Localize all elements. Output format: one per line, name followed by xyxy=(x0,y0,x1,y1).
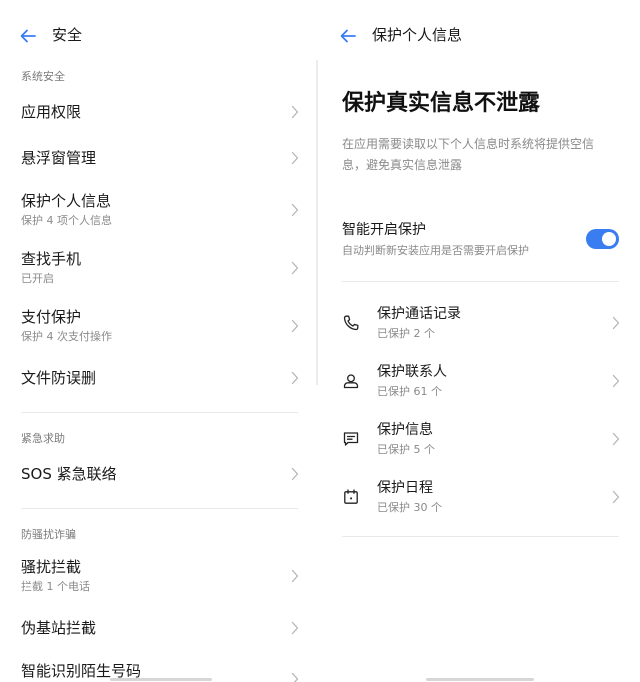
section-divider xyxy=(342,281,619,282)
settings-item-fake-base-station-block[interactable]: 伪基站拦截 xyxy=(0,608,318,648)
protect-info-header: 保护个人信息 xyxy=(320,0,640,72)
protect-item-contacts[interactable]: 保护联系人 已保护 61 个 xyxy=(320,355,640,411)
chevron-right-icon xyxy=(612,316,620,330)
hero-description: 在应用需要读取以下个人信息时系统将提供空信息，避免真实信息泄露 xyxy=(342,137,595,172)
settings-item-subtitle: 已开启 xyxy=(21,272,54,285)
chevron-right-icon xyxy=(291,105,299,119)
chevron-right-icon xyxy=(291,621,299,635)
protect-item-call-log[interactable]: 保护通话记录 已保护 2 个 xyxy=(320,297,640,353)
page-title: 保护个人信息 xyxy=(372,26,463,44)
settings-item-floating-window[interactable]: 悬浮窗管理 xyxy=(0,138,318,178)
settings-item-title: 文件防误删 xyxy=(21,369,97,387)
settings-item-title: 保护个人信息 xyxy=(21,192,112,210)
calendar-icon xyxy=(344,489,358,504)
protect-item-subtitle: 已保护 61 个 xyxy=(377,385,442,398)
settings-item-sos-contact[interactable]: SOS 紧急联络 xyxy=(0,454,318,494)
section-divider xyxy=(21,508,298,509)
section-divider xyxy=(342,536,619,537)
protect-item-subtitle: 已保护 5 个 xyxy=(377,443,435,456)
chevron-right-icon xyxy=(291,371,299,385)
protect-item-title: 保护通话记录 xyxy=(377,306,461,322)
protect-item-title: 保护日程 xyxy=(377,480,433,496)
settings-item-payment-protection[interactable]: 支付保护 保护 4 次支付操作 xyxy=(0,302,318,350)
section-label-anti-harassment: 防骚扰诈骗 xyxy=(21,528,76,541)
smart-protect-subtitle: 自动判断新安装应用是否需要开启保护 xyxy=(342,244,529,257)
protect-item-title: 保护联系人 xyxy=(377,364,447,380)
contact-icon xyxy=(343,374,359,389)
settings-item-title: SOS 紧急联络 xyxy=(21,465,117,483)
protect-item-title: 保护信息 xyxy=(377,422,433,438)
message-icon xyxy=(343,432,359,446)
chevron-right-icon xyxy=(291,319,299,333)
chevron-right-icon xyxy=(291,672,299,682)
security-header: 安全 xyxy=(0,0,318,72)
settings-item-subtitle: 保护 4 项个人信息 xyxy=(21,214,112,227)
toggle-knob xyxy=(602,232,616,246)
section-label-system-security: 系统安全 xyxy=(21,70,65,83)
settings-item-subtitle: 保护 4 次支付操作 xyxy=(21,330,112,343)
back-arrow-icon[interactable] xyxy=(338,26,358,46)
smart-protect-title: 智能开启保护 xyxy=(342,222,426,238)
section-divider xyxy=(21,412,298,413)
smart-protect-toggle[interactable] xyxy=(586,229,619,249)
home-indicator xyxy=(426,678,534,681)
settings-item-title: 悬浮窗管理 xyxy=(21,149,97,167)
protect-item-messages[interactable]: 保护信息 已保护 5 个 xyxy=(320,413,640,469)
protect-item-subtitle: 已保护 2 个 xyxy=(377,327,435,340)
settings-item-file-delete-protection[interactable]: 文件防误删 xyxy=(0,358,318,398)
settings-item-title: 应用权限 xyxy=(21,103,82,121)
protect-personal-info-pane: 保护个人信息 保护真实信息不泄露 在应用需要读取以下个人信息时系统将提供空信息，… xyxy=(320,0,640,682)
chevron-right-icon xyxy=(612,490,620,504)
settings-item-harassment-block[interactable]: 骚扰拦截 拦截 1 个电话 xyxy=(0,552,318,600)
chevron-right-icon xyxy=(612,432,620,446)
chevron-right-icon xyxy=(291,151,299,165)
settings-item-find-phone[interactable]: 查找手机 已开启 xyxy=(0,244,318,292)
section-label-emergency-help: 紧急求助 xyxy=(21,432,65,445)
phone-icon xyxy=(343,315,359,331)
chevron-right-icon xyxy=(612,374,620,388)
pane-divider xyxy=(316,60,318,385)
home-indicator xyxy=(110,678,212,681)
chevron-right-icon xyxy=(291,203,299,217)
protect-item-subtitle: 已保护 30 个 xyxy=(377,501,442,514)
page-title: 安全 xyxy=(52,26,83,44)
settings-item-title: 伪基站拦截 xyxy=(21,619,97,637)
security-settings-pane: 安全 系统安全 应用权限 悬浮窗管理 保护个人信息 保护 4 项个人信息 查找手… xyxy=(0,0,318,682)
settings-item-subtitle: 拦截 1 个电话 xyxy=(21,580,90,593)
chevron-right-icon xyxy=(291,261,299,275)
protect-item-calendar[interactable]: 保护日程 已保护 30 个 xyxy=(320,471,640,527)
settings-item-title: 查找手机 xyxy=(21,250,82,268)
chevron-right-icon xyxy=(291,467,299,481)
settings-item-title: 支付保护 xyxy=(21,308,82,326)
chevron-right-icon xyxy=(291,569,299,583)
settings-item-protect-personal-info[interactable]: 保护个人信息 保护 4 项个人信息 xyxy=(0,186,318,234)
settings-item-app-permissions[interactable]: 应用权限 xyxy=(0,92,318,132)
settings-item-title: 骚扰拦截 xyxy=(21,558,82,576)
back-arrow-icon[interactable] xyxy=(18,26,38,46)
hero-heading: 保护真实信息不泄露 xyxy=(342,91,541,116)
